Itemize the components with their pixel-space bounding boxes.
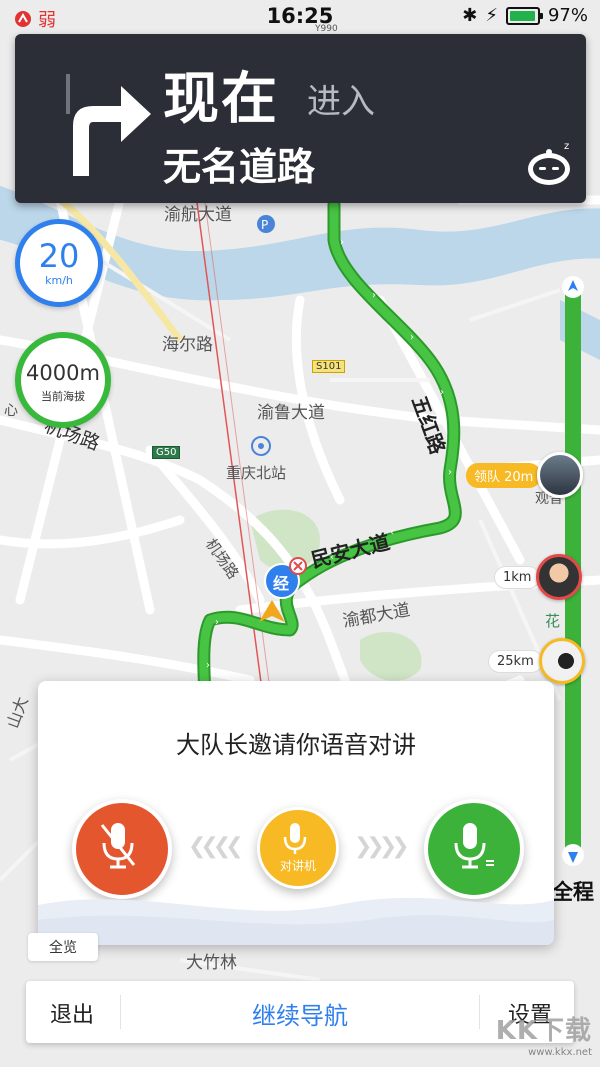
- speed-unit: km/h: [45, 274, 73, 287]
- map-label-hua: 花: [545, 612, 561, 630]
- svg-text:›: ›: [448, 467, 452, 478]
- svg-text:P: P: [261, 218, 268, 232]
- wave-decoration: [38, 897, 554, 945]
- map-label-dazhulin: 大竹林: [186, 953, 237, 973]
- voice-assistant-icon[interactable]: z: [524, 137, 578, 191]
- svg-text:›: ›: [215, 617, 219, 628]
- guidance-panel[interactable]: 现在 进入 无名道路 z: [15, 34, 586, 203]
- status-bar: 弱 16:25 ✱ ⚡ 97%: [0, 0, 600, 34]
- map-label-s101: S101: [312, 360, 346, 373]
- svg-text:›: ›: [372, 290, 376, 301]
- turn-right-arrow-icon: [66, 74, 151, 176]
- bottom-bar: 退出 继续导航 设置: [26, 981, 574, 1043]
- svg-text:z: z: [564, 141, 569, 152]
- svg-text:›: ›: [440, 387, 444, 398]
- walkie-label: 对讲机: [279, 859, 316, 873]
- member-distance-tag: 领队 20m: [466, 462, 542, 488]
- member-distance-tag: 25km: [488, 649, 543, 673]
- divider: [479, 995, 480, 1029]
- map-label-haier: 海尔路: [162, 335, 213, 355]
- altitude-indicator: 4000m 当前海拔: [15, 332, 111, 428]
- full-route-label[interactable]: 全程: [552, 876, 594, 906]
- waypoint-label[interactable]: 经: [273, 570, 289, 594]
- avatar: [536, 554, 583, 600]
- continue-navigation-button[interactable]: 继续导航: [26, 996, 574, 1031]
- guidance-road-name: 无名道路: [163, 145, 316, 189]
- guidance-timing: 现在: [163, 67, 279, 132]
- team-member-leader[interactable]: 领队 20m: [466, 452, 584, 498]
- member-distance-tag: 1km: [494, 565, 541, 589]
- watermark-logo: KK下载: [495, 1016, 592, 1046]
- map-label-g50: G50: [152, 446, 181, 459]
- battery-percent: 97%: [547, 5, 588, 26]
- invite-title: 大队长邀请你语音对讲: [176, 731, 416, 759]
- speed-indicator: 20 km/h: [15, 219, 103, 307]
- map-label-yulu: 渝鲁大道: [257, 403, 325, 423]
- right-chevrons: ❯❯❯❯: [354, 834, 410, 859]
- battery-icon: [505, 6, 543, 25]
- svg-text:›: ›: [340, 237, 344, 248]
- charging-icon: ⚡: [485, 5, 498, 26]
- voice-invite-dialog: 大队长邀请你语音对讲 ❮❮❮❮ 对讲机 ❯❯❯❯: [38, 681, 554, 945]
- avatar: [537, 452, 584, 498]
- guidance-action: 进入: [307, 82, 375, 122]
- avatar: [538, 638, 585, 684]
- watermark: KK下载 www.kkx.net: [496, 1010, 592, 1058]
- map-label-chongqing-north: 重庆北站: [226, 464, 287, 482]
- team-member-3[interactable]: 25km: [488, 638, 585, 684]
- team-member-2[interactable]: 1km: [494, 554, 583, 600]
- svg-text:›: ›: [206, 660, 210, 671]
- map-label-xin: 心: [4, 403, 18, 419]
- svg-text:‹: ‹: [390, 527, 394, 538]
- overview-button[interactable]: 全览: [28, 933, 98, 961]
- speed-value: 20: [38, 237, 80, 275]
- altitude-label: 当前海拔: [41, 390, 85, 403]
- bluetooth-icon: ✱: [462, 5, 478, 26]
- altitude-value: 4000m: [26, 361, 100, 385]
- watermark-url: www.kkx.net: [528, 1047, 592, 1058]
- map-label-yuhang: 渝航大道: [164, 205, 232, 225]
- svg-text:›: ›: [410, 332, 414, 343]
- left-chevrons: ❮❮❮❮: [188, 834, 244, 859]
